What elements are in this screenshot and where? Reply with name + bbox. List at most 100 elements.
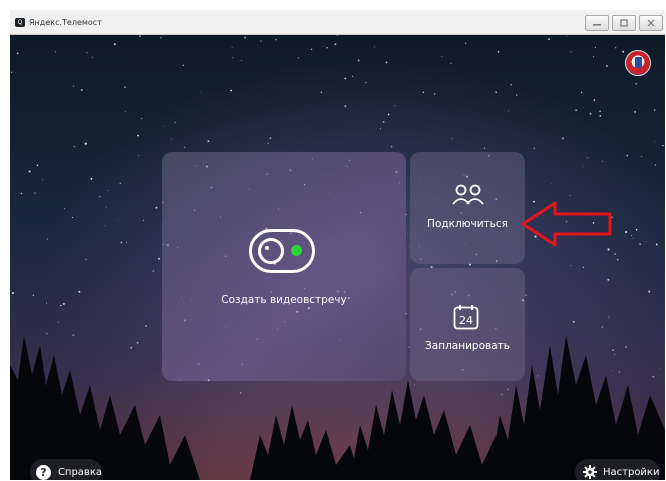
star [641, 156, 643, 157]
star [655, 141, 656, 143]
join-label: Подключиться [427, 218, 508, 230]
star [586, 157, 588, 159]
maximize-icon [620, 19, 628, 27]
settings-button[interactable]: Настройки [575, 459, 660, 480]
maximize-button[interactable] [612, 15, 636, 31]
star [323, 46, 325, 48]
star [357, 59, 360, 62]
star [32, 294, 35, 297]
star [107, 190, 109, 192]
star [648, 290, 651, 293]
star [155, 206, 158, 209]
plan-meeting-card[interactable]: 24 Запланировать [410, 268, 525, 381]
star [625, 346, 627, 348]
window-title: Яндекс.Телемост [29, 17, 102, 27]
star [515, 94, 518, 96]
star [606, 65, 608, 67]
star [622, 50, 625, 53]
star [451, 138, 453, 140]
star [510, 83, 513, 86]
star [126, 241, 127, 243]
star [207, 140, 210, 143]
star [548, 38, 550, 41]
star [72, 85, 75, 87]
star [634, 111, 637, 113]
app-logo-icon: Q [15, 17, 25, 27]
star [275, 38, 277, 41]
star [601, 326, 603, 328]
star [607, 248, 610, 251]
star [583, 107, 585, 108]
star [124, 111, 126, 113]
star [508, 110, 509, 112]
star [310, 48, 313, 50]
star [120, 241, 123, 244]
help-button[interactable]: ? Справка [30, 459, 102, 480]
star [36, 164, 39, 167]
star [142, 219, 145, 221]
green-status-dot [291, 245, 302, 256]
star [104, 225, 106, 227]
star [344, 105, 347, 108]
star [139, 35, 141, 37]
star [373, 46, 376, 48]
star [136, 341, 139, 344]
star [163, 125, 165, 127]
star [537, 375, 539, 377]
star [183, 146, 186, 149]
star [344, 77, 347, 80]
star [232, 57, 234, 59]
star [551, 183, 553, 184]
star [645, 241, 647, 243]
star [614, 253, 617, 255]
window-controls [585, 15, 663, 31]
create-meeting-card[interactable]: Создать видеовстречу [162, 152, 406, 381]
user-avatar[interactable] [625, 50, 651, 76]
star [269, 137, 272, 140]
star [662, 144, 664, 147]
star [46, 333, 48, 335]
star [635, 82, 637, 85]
star [267, 142, 269, 145]
minimize-icon [593, 24, 601, 26]
star [616, 258, 619, 261]
star [10, 71, 13, 73]
star [365, 82, 367, 83]
star [55, 51, 57, 53]
star [16, 52, 19, 55]
star [230, 89, 233, 92]
star [157, 257, 160, 260]
calendar-frame-icon: 24 [453, 305, 479, 330]
star [241, 60, 242, 61]
close-button[interactable] [639, 15, 663, 31]
star [611, 369, 613, 371]
star [387, 113, 390, 116]
minimize-button[interactable] [585, 15, 609, 31]
star [655, 243, 658, 246]
star [441, 56, 443, 58]
star [86, 52, 88, 54]
star [533, 147, 536, 150]
star [57, 321, 59, 323]
star [62, 302, 65, 305]
app-window: Q Яндекс.Телемост Создать видеовстречу П… [10, 10, 665, 480]
star [660, 367, 661, 369]
star [614, 353, 616, 356]
star [385, 61, 388, 64]
join-meeting-card[interactable]: Подключиться [410, 152, 525, 264]
star [601, 160, 604, 163]
star [561, 137, 564, 140]
plan-label: Запланировать [425, 340, 510, 352]
star [582, 266, 585, 269]
star [639, 243, 642, 246]
star [594, 46, 596, 49]
star [413, 384, 415, 386]
close-icon [647, 19, 655, 27]
star [501, 393, 503, 396]
star [64, 207, 65, 209]
star [483, 147, 486, 149]
star [608, 316, 610, 318]
title-bar: Q Яндекс.Телемост [10, 10, 665, 35]
star [588, 157, 590, 159]
star [260, 40, 262, 42]
